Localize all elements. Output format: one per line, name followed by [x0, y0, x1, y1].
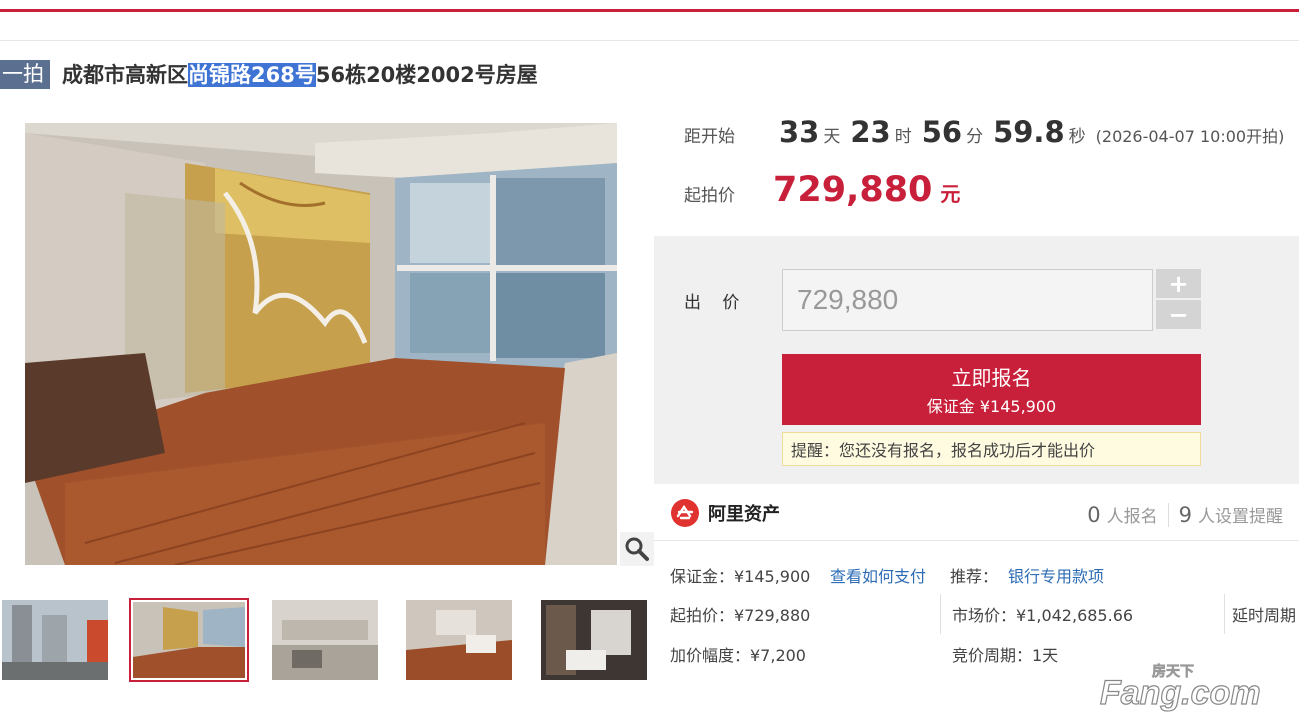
signup-count-label: 人报名 — [1106, 507, 1158, 527]
thumbnail-1[interactable] — [2, 600, 108, 680]
info-column-divider-1 — [940, 594, 941, 634]
thumbnail-4-image — [406, 600, 512, 680]
title-suffix: 56栋20楼2002号房屋 — [315, 63, 538, 87]
thumbnail-1-image — [2, 600, 108, 680]
countdown-minutes-unit: 分 — [966, 127, 984, 147]
start-price-unit: 元 — [940, 182, 961, 206]
delay-cycle-info: 延时周期 — [1232, 606, 1297, 625]
start-price-row: 起拍价 729,880 元 — [684, 170, 960, 210]
remind-count: 9 — [1178, 503, 1192, 527]
top-bar — [0, 0, 1299, 9]
signup-button[interactable]: 立即报名 保证金 ¥145,900 — [782, 354, 1201, 425]
countdown-label: 距开始 — [684, 127, 735, 147]
countdown-seconds: 59.8 — [993, 115, 1065, 149]
countdown-start-time: (2026-04-07 10:00开拍) — [1095, 127, 1285, 146]
title-prefix: 成都市高新区 — [62, 63, 188, 87]
room-photo-illustration — [25, 123, 617, 565]
countdown-hours: 23 — [850, 115, 891, 149]
bank-account-link[interactable]: 银行专用款项 — [1008, 563, 1104, 587]
thumbnail-5-image — [541, 600, 647, 680]
signup-button-label: 立即报名 — [951, 366, 1032, 390]
start-price-value: 729,880 — [773, 170, 933, 210]
decrease-bid-button[interactable]: − — [1156, 300, 1201, 329]
thumbnail-2-image — [133, 602, 245, 678]
info-column-divider-2 — [1224, 594, 1225, 634]
stats-divider — [1167, 502, 1169, 527]
bid-amount-input[interactable] — [782, 269, 1153, 331]
bid-cycle-info: 竞价周期：1天 — [952, 646, 1059, 665]
thumbnail-2-selected[interactable] — [129, 598, 249, 682]
deposit-info: 保证金：¥145,900 — [670, 567, 811, 586]
market-price-info: 市场价：¥1,042,685.66 — [952, 606, 1134, 625]
title-highlight: 尚锦路268号 — [188, 63, 316, 87]
thumbnail-4[interactable] — [406, 600, 512, 680]
start-price-label: 起拍价 — [684, 186, 735, 206]
magnifier-icon — [625, 537, 649, 561]
countdown: 距开始 33 天 23 时 56 分 59.8 秒 (2026-04-07 10… — [684, 115, 1284, 151]
info-divider — [654, 540, 1299, 541]
platform-name: 阿里资产 — [708, 504, 780, 525]
signup-notice: 提醒：您还没有报名，报名成功后才能出价 — [782, 432, 1201, 466]
increase-bid-button[interactable]: + — [1156, 269, 1201, 298]
fang-logo: 房天下 Fang.com — [1099, 663, 1261, 713]
auction-round-tag: 一拍 — [0, 59, 50, 89]
bid-label: 出 价 — [684, 293, 748, 313]
main-photo[interactable] — [25, 123, 617, 565]
thumbnail-3[interactable] — [272, 600, 378, 680]
ali-assets-logo-icon — [671, 499, 699, 527]
top-red-stripe — [0, 9, 1299, 12]
watermark-brand-text: Fang.com — [1100, 674, 1261, 712]
remind-count-label: 人设置提醒 — [1198, 507, 1283, 527]
zoom-button[interactable] — [620, 532, 654, 566]
countdown-days: 33 — [779, 115, 820, 149]
fang-watermark: 房天下 Fang.com — [1098, 660, 1288, 716]
thumbnail-3-image — [272, 600, 378, 680]
start-price-info: 起拍价：¥729,880 — [670, 606, 811, 625]
platform-brand[interactable]: 阿里资产 — [670, 498, 780, 528]
bid-panel: 出 价 + − 立即报名 保证金 ¥145,900 提醒：您还没有报名，报名成功… — [654, 236, 1299, 484]
page-title: 成都市高新区尚锦路268号56栋20楼2002号房屋 — [62, 59, 538, 89]
countdown-seconds-unit: 秒 — [1068, 127, 1086, 147]
countdown-minutes: 56 — [921, 115, 963, 149]
auction-stats: 0 人报名 9 人设置提醒 — [1087, 502, 1283, 527]
signup-deposit-label: 保证金 ¥145,900 — [926, 397, 1057, 416]
countdown-days-unit: 天 — [823, 127, 841, 147]
page-title-row: 一拍 成都市高新区尚锦路268号56栋20楼2002号房屋 — [0, 58, 538, 90]
recommend-label: 推荐： — [950, 567, 999, 586]
thumbnail-5[interactable] — [541, 600, 647, 680]
header-divider — [0, 40, 1299, 41]
signup-count: 0 — [1087, 503, 1101, 527]
how-to-pay-link[interactable]: 查看如何支付 — [830, 563, 926, 587]
countdown-hours-unit: 时 — [894, 127, 912, 147]
increment-info: 加价幅度：¥7,200 — [670, 646, 806, 665]
